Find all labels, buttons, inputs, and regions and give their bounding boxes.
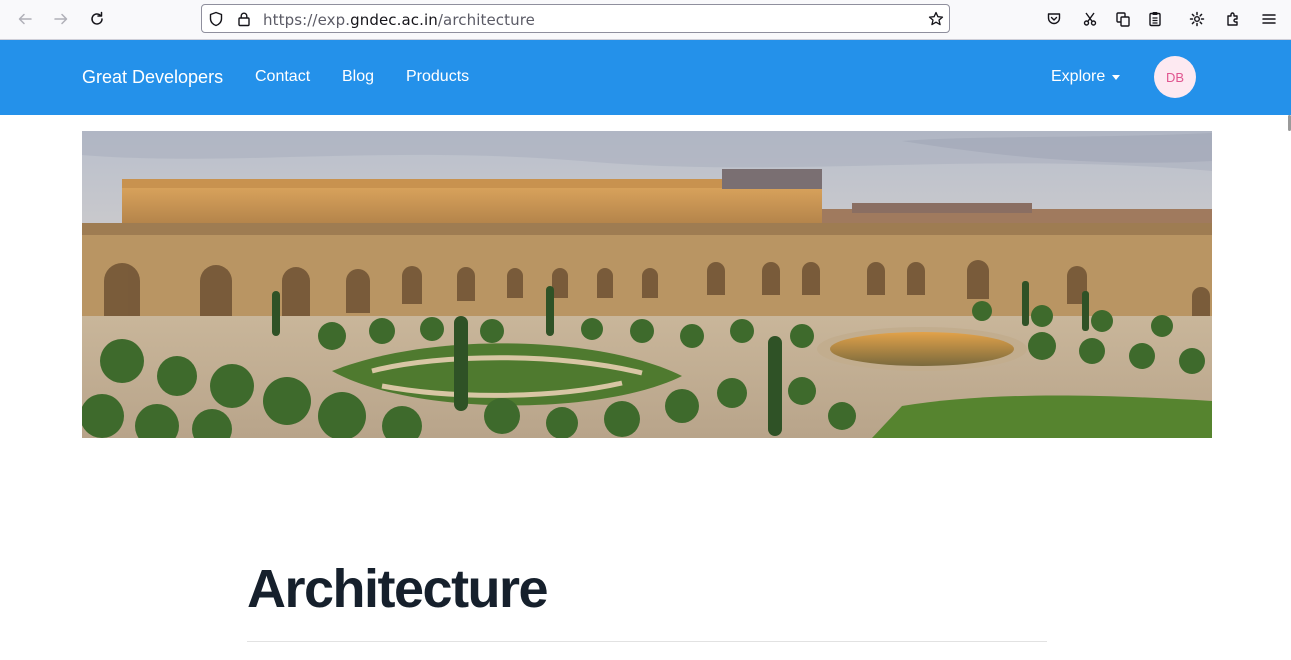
title-divider xyxy=(247,641,1047,642)
bookmark-star-icon[interactable] xyxy=(928,11,944,27)
cut-button[interactable] xyxy=(1077,6,1103,32)
pocket-button[interactable] xyxy=(1041,6,1067,32)
settings-button[interactable] xyxy=(1184,6,1210,32)
clipboard-button[interactable] xyxy=(1142,6,1168,32)
back-icon xyxy=(18,13,32,25)
settings-gear-icon xyxy=(1189,11,1205,27)
forward-icon xyxy=(54,13,68,25)
menu-button[interactable] xyxy=(1256,6,1282,32)
copy-icon xyxy=(1116,12,1130,27)
page-title: Architecture xyxy=(247,559,549,619)
clipboard-icon xyxy=(1149,12,1161,27)
hero-image xyxy=(82,131,1212,438)
forward-button[interactable] xyxy=(48,6,74,32)
back-button[interactable] xyxy=(12,6,38,32)
extensions-icon xyxy=(1227,12,1238,26)
url-prefix: https://exp. xyxy=(263,11,351,29)
reload-icon xyxy=(91,11,103,25)
extensions-button[interactable] xyxy=(1220,6,1246,32)
address-bar[interactable]: https://exp.gndec.ac.in/architecture xyxy=(201,4,950,33)
lock-icon[interactable] xyxy=(236,11,252,27)
url-text[interactable]: https://exp.gndec.ac.in/architecture xyxy=(263,11,535,29)
url-path: /architecture xyxy=(437,11,536,29)
menu-icon xyxy=(1262,14,1276,24)
copy-button[interactable] xyxy=(1110,6,1136,32)
brand-link[interactable]: Great Developers xyxy=(82,67,223,88)
explore-dropdown[interactable]: Explore xyxy=(1051,68,1121,86)
caret-down-icon xyxy=(1112,74,1121,80)
shield-icon[interactable] xyxy=(208,11,224,27)
nav-link-products[interactable]: Products xyxy=(406,68,469,86)
nav-link-blog[interactable]: Blog xyxy=(342,68,374,86)
browser-toolbar: https://exp.gndec.ac.in/architecture xyxy=(0,0,1291,40)
nav-link-contact[interactable]: Contact xyxy=(255,68,310,86)
explore-label: Explore xyxy=(1051,68,1106,85)
url-domain: gndec.ac.in xyxy=(350,11,438,29)
site-navbar: Great Developers Contact Blog Products E… xyxy=(0,40,1291,115)
avatar[interactable]: DB xyxy=(1154,56,1196,98)
pocket-icon xyxy=(1047,13,1061,25)
reload-button[interactable] xyxy=(84,6,110,32)
cut-icon xyxy=(1083,12,1097,26)
